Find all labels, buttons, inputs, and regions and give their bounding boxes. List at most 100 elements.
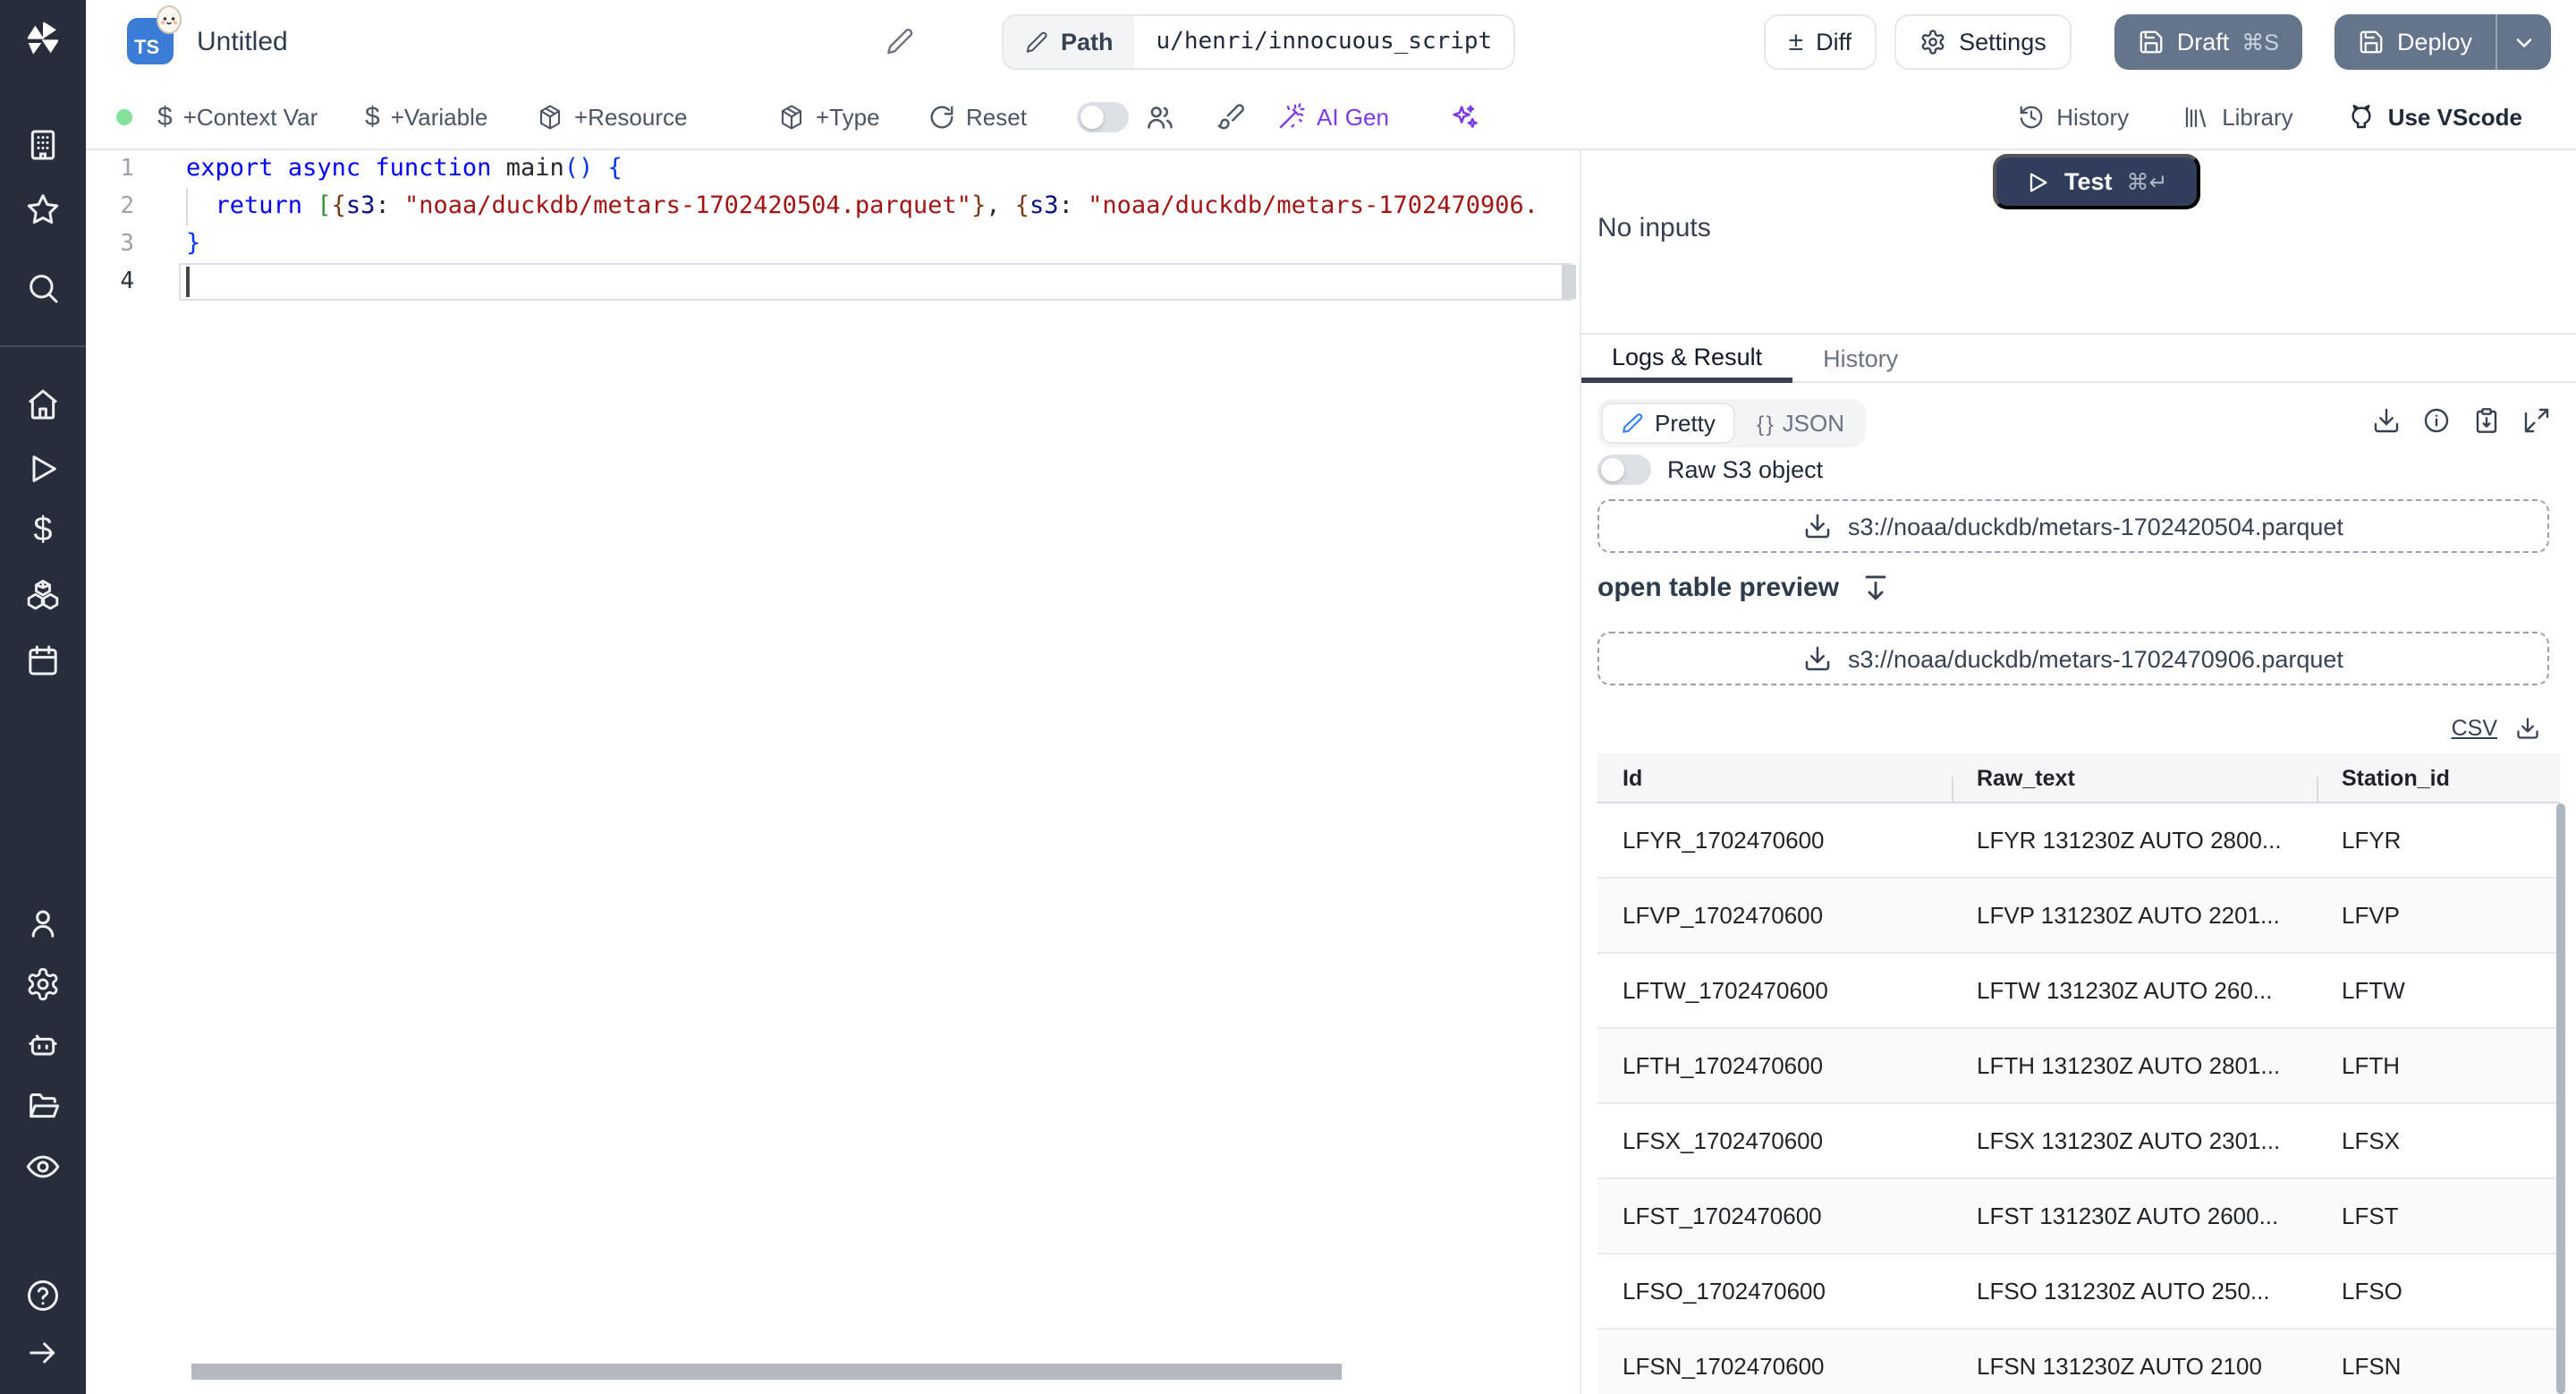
path-pencil-icon: [1026, 31, 1047, 53]
raw-s3-toggle[interactable]: [1597, 455, 1651, 485]
table-row[interactable]: LFSX_1702470600 LFSX 131230Z AUTO 2301...…: [1597, 1104, 2560, 1179]
download-icon: [1805, 514, 1830, 539]
editor-horizontal-scrollbar[interactable]: [191, 1364, 1342, 1380]
expand-arrow-icon[interactable]: [25, 1335, 61, 1371]
path-value[interactable]: u/henri/innocuous_script: [1135, 16, 1514, 68]
table-header: Id Raw_text Station_id: [1597, 753, 2560, 803]
info-icon[interactable]: [2422, 406, 2451, 435]
table-cell: LFTW 131230Z AUTO 260...: [1977, 977, 2273, 1004]
table-cell: LFTH: [2342, 1052, 2400, 1079]
users-icon: [1148, 106, 1173, 128]
script-path-field[interactable]: Path u/henri/innocuous_script: [1002, 14, 1516, 70]
add-resource-button[interactable]: +Resource: [537, 84, 687, 149]
code-line[interactable]: }: [186, 225, 1538, 263]
schedules-calendar-icon[interactable]: [25, 642, 61, 678]
code-editor[interactable]: 1 2 3 4 export async function main() { retu…: [86, 150, 1581, 1394]
table-row[interactable]: LFSN_1702470600 LFSN 131230Z AUTO 2100 LFS…: [1597, 1330, 2560, 1394]
settings-gear-icon[interactable]: [25, 966, 61, 1002]
add-context-var-button[interactable]: $ +Context Var: [157, 84, 318, 149]
test-shortcut: ⌘↵: [2126, 170, 2168, 195]
expand-icon[interactable]: [2522, 406, 2551, 435]
table-cell: LFTH_1702470600: [1623, 1052, 1824, 1079]
dollar-icon: $: [157, 101, 173, 132]
add-type-button[interactable]: +Type: [778, 84, 880, 149]
pretty-view-button[interactable]: Pretty: [1601, 403, 1735, 444]
code-line[interactable]: [186, 263, 1538, 301]
pen-line-icon: [1623, 413, 1643, 433]
overview-ruler-marker: [1562, 265, 1576, 299]
ai-gen-button[interactable]: AI Gen: [1277, 84, 1389, 149]
search-icon[interactable]: [25, 270, 61, 306]
egg-mascot-icon: [157, 5, 182, 34]
line-number: 1: [120, 156, 134, 183]
draft-button[interactable]: Draft ⌘S: [2114, 14, 2302, 70]
table-cell: LFSN_1702470600: [1623, 1353, 1825, 1380]
workers-robot-icon[interactable]: [25, 1027, 61, 1063]
gear-icon: [1921, 30, 1945, 55]
table-row[interactable]: LFVP_1702470600 LFVP 131230Z AUTO 2201...…: [1597, 879, 2560, 954]
favorites-star-icon[interactable]: [25, 191, 61, 227]
windmill-logo-icon[interactable]: [21, 18, 64, 61]
table-body: LFYR_1702470600 LFYR 131230Z AUTO 2800...…: [1597, 802, 2560, 1394]
table-cell: LFYR: [2342, 827, 2402, 854]
resources-boxes-icon[interactable]: [25, 578, 61, 614]
csv-link[interactable]: CSV: [2452, 716, 2497, 741]
csv-download-icon[interactable]: [2515, 716, 2540, 741]
tab-history[interactable]: History: [1792, 335, 1928, 383]
open-table-preview-link[interactable]: open table preview: [1597, 573, 1891, 603]
run-result-panel: Test ⌘↵ No inputs Logs & Result History …: [1581, 150, 2576, 1394]
code-line[interactable]: export async function main() {: [186, 150, 1538, 188]
reset-button[interactable]: Reset: [928, 84, 1027, 149]
collab-users-icon[interactable]: [1145, 84, 1175, 149]
help-icon[interactable]: [25, 1278, 61, 1313]
save-icon: [2140, 30, 2163, 54]
table-cell: LFYR_1702470600: [1623, 827, 1825, 854]
deploy-dropdown-button[interactable]: [2497, 14, 2551, 70]
status-dot: [116, 109, 132, 125]
users-person-icon[interactable]: [25, 905, 61, 941]
table-vertical-scrollbar[interactable]: [2556, 803, 2565, 1394]
format-brush-icon[interactable]: [1216, 84, 1245, 149]
home-icon[interactable]: [25, 387, 61, 422]
building-icon[interactable]: [25, 127, 61, 163]
table-cell: LFTW_1702470600: [1623, 977, 1828, 1004]
result-table: Id Raw_text Station_id LFYR_1702470600 LF…: [1597, 753, 2560, 1394]
test-button[interactable]: Test ⌘↵: [1993, 154, 2200, 209]
table-row[interactable]: LFYR_1702470600 LFYR 131230Z AUTO 2800...…: [1597, 803, 2560, 879]
table-cell: LFST_1702470600: [1623, 1203, 1822, 1229]
table-cell: LFSX_1702470600: [1623, 1127, 1824, 1154]
library-button[interactable]: Library: [2182, 103, 2293, 130]
diff-button[interactable]: ± Diff: [1763, 14, 1877, 70]
code-line[interactable]: return [{s3: "noaa/duckdb/metars-1702420…: [186, 188, 1539, 225]
table-row[interactable]: LFTH_1702470600 LFTH 131230Z AUTO 2801...…: [1597, 1029, 2560, 1104]
add-variable-button[interactable]: $ +Variable: [365, 84, 487, 149]
s3-file-download-button-1[interactable]: s3://noaa/duckdb/metars-1702420504.parqu…: [1597, 499, 2549, 553]
table-row[interactable]: LFST_1702470600 LFST 131230Z AUTO 2600...…: [1597, 1179, 2560, 1254]
table-row[interactable]: LFSO_1702470600 LFSO 131230Z AUTO 250... L…: [1597, 1254, 2560, 1330]
table-cell: LFST 131230Z AUTO 2600...: [1977, 1203, 2279, 1229]
table-cell: LFSX: [2342, 1127, 2401, 1154]
column-header-station-id: Station_id: [2317, 765, 2560, 803]
library-icon: [2186, 106, 2207, 127]
audit-eye-icon[interactable]: [25, 1149, 61, 1185]
table-cell: LFSO: [2342, 1278, 2402, 1305]
runs-play-icon[interactable]: [25, 451, 61, 487]
collab-toggle[interactable]: [1077, 102, 1129, 132]
history-button[interactable]: History: [2017, 103, 2129, 130]
wand-sparkles-icon: [1279, 103, 1305, 129]
deploy-button[interactable]: Deploy: [2334, 14, 2496, 70]
settings-button[interactable]: Settings: [1894, 14, 2072, 70]
json-view-button[interactable]: { } JSON: [1739, 403, 1862, 444]
folders-icon[interactable]: [25, 1088, 61, 1124]
ai-sparkles-icon[interactable]: [1449, 84, 1479, 149]
download-result-icon[interactable]: [2372, 406, 2401, 435]
page-title: Untitled: [197, 27, 288, 57]
copy-clipboard-icon[interactable]: [2472, 406, 2501, 435]
editor-toolbar: $ +Context Var $ +Variable +Resource +Ty…: [86, 84, 2576, 150]
variables-dollar-icon[interactable]: $: [25, 513, 61, 549]
edit-summary-pencil-icon[interactable]: [886, 27, 914, 55]
use-vscode-button[interactable]: Use VScode: [2347, 102, 2522, 131]
s3-file-download-button-2[interactable]: s3://noaa/duckdb/metars-1702470906.parqu…: [1597, 632, 2549, 685]
table-row[interactable]: LFTW_1702470600 LFTW 131230Z AUTO 260... L…: [1597, 954, 2560, 1029]
tab-logs-result[interactable]: Logs & Result: [1581, 335, 1793, 383]
